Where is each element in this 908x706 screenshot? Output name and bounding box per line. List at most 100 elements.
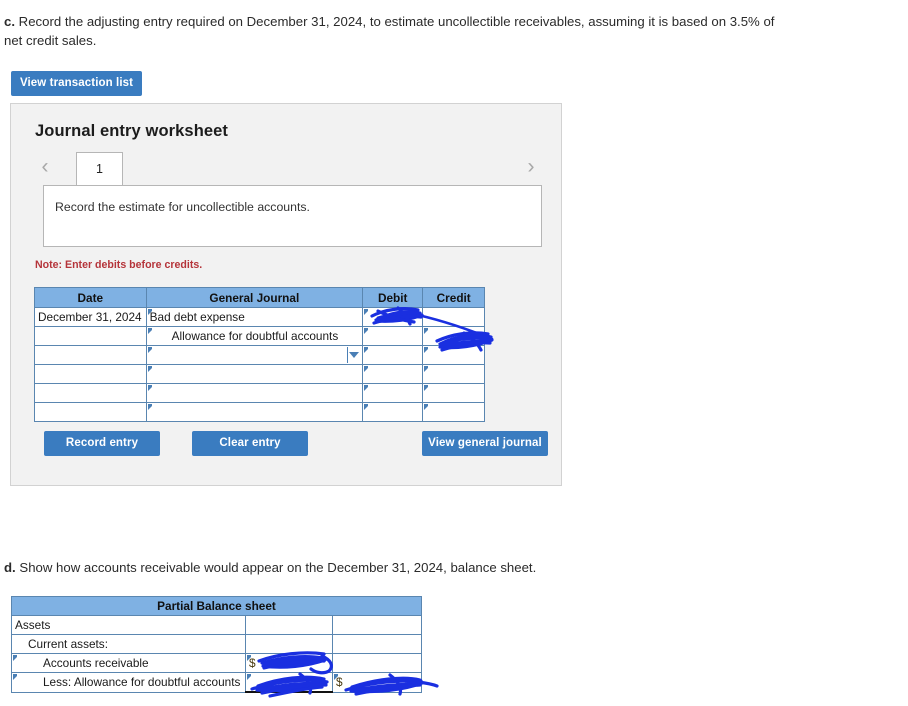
journal-debit-cell-3[interactable] — [361, 345, 424, 365]
table-row — [34, 383, 485, 403]
balance-sheet-header-row: Partial Balance sheet — [11, 596, 422, 616]
balance-row-col2-assets — [332, 615, 422, 635]
question-d-prompt: d. Show how accounts receivable would ap… — [4, 560, 536, 575]
journal-entry-worksheet-panel: Journal entry worksheet ‹ 1 › Record the… — [10, 103, 562, 486]
table-row — [34, 364, 485, 384]
cell-marker-icon — [247, 655, 251, 661]
journal-account-cell-5[interactable] — [145, 383, 364, 403]
cell-marker-icon — [147, 385, 152, 391]
journal-account-cell-6[interactable] — [145, 402, 364, 422]
balance-row-label-allowance[interactable]: Less: Allowance for doubtful accounts — [11, 672, 246, 693]
cell-marker-icon — [147, 347, 152, 353]
worksheet-instruction-text: Record the estimate for uncollectible ac… — [55, 200, 310, 214]
journal-credit-cell-2[interactable] — [422, 326, 485, 346]
debits-before-credits-note: Note: Enter debits before credits. — [35, 259, 203, 271]
cell-marker-icon — [364, 328, 368, 334]
record-entry-button[interactable]: Record entry — [44, 431, 160, 456]
view-general-journal-button[interactable]: View general journal — [422, 431, 548, 456]
accounts-receivable-amount-cell[interactable]: $ — [245, 653, 333, 673]
cell-marker-icon — [247, 674, 251, 680]
journal-credit-cell-3[interactable] — [422, 345, 485, 365]
table-row: Current assets: — [11, 634, 422, 654]
balance-row-col1-assets — [245, 615, 333, 635]
question-d-label: d. — [4, 560, 16, 575]
cell-marker-icon — [147, 309, 152, 315]
question-c-label: c. — [4, 14, 15, 29]
cell-marker-icon — [13, 674, 17, 680]
journal-debit-cell-1[interactable] — [361, 307, 424, 327]
worksheet-tab-1[interactable]: 1 — [76, 152, 123, 185]
balance-row-label-assets: Assets — [11, 615, 246, 635]
table-row: Less: Allowance for doubtful accounts $ — [11, 672, 422, 693]
cell-marker-icon — [13, 655, 17, 661]
balance-row-label-current-assets: Current assets: — [11, 634, 246, 654]
cell-marker-icon — [364, 366, 368, 372]
journal-date-cell-2[interactable] — [34, 326, 147, 346]
journal-account-text-1: Bad debt expense — [149, 310, 245, 324]
view-transaction-list-button[interactable]: View transaction list — [11, 71, 142, 96]
net-accounts-receivable-cell[interactable]: $ — [332, 672, 422, 693]
journal-date-cell-4[interactable] — [34, 364, 147, 384]
column-header-debit: Debit — [361, 287, 424, 308]
cell-marker-icon — [424, 404, 429, 410]
dropdown-divider — [347, 347, 348, 363]
journal-debit-cell-6[interactable] — [361, 402, 424, 422]
table-row: Assets — [11, 615, 422, 635]
table-row — [34, 345, 485, 365]
journal-date-cell-5[interactable] — [34, 383, 147, 403]
question-c-prompt: c. Record the adjusting entry required o… — [4, 12, 794, 50]
journal-debit-cell-2[interactable] — [361, 326, 424, 346]
prev-entry-arrow-icon[interactable]: ‹ — [34, 152, 56, 184]
journal-debit-cell-4[interactable] — [361, 364, 424, 384]
cell-marker-icon — [364, 309, 368, 315]
journal-account-cell-4[interactable] — [145, 364, 364, 384]
cell-marker-icon — [147, 328, 152, 334]
column-header-general-journal: General Journal — [145, 287, 364, 308]
question-d-text: Show how accounts receivable would appea… — [19, 560, 537, 575]
partial-balance-sheet-wrapper: Partial Balance sheet Assets Current ass… — [11, 596, 422, 693]
journal-account-cell-2[interactable]: Allowance for doubtful accounts — [145, 326, 364, 346]
cell-marker-icon — [334, 674, 338, 680]
journal-account-cell-1[interactable]: Bad debt expense — [145, 307, 364, 327]
cell-marker-icon — [424, 347, 429, 353]
journal-table-wrapper: Date General Journal Debit Credit Decemb… — [34, 287, 485, 422]
table-row: Allowance for doubtful accounts — [34, 326, 485, 346]
worksheet-tabstrip: ‹ 1 › — [34, 152, 542, 186]
cell-marker-icon — [364, 385, 368, 391]
allowance-amount-cell[interactable] — [245, 672, 333, 693]
cell-marker-icon — [424, 366, 429, 372]
journal-credit-cell-6[interactable] — [422, 402, 485, 422]
chevron-down-icon[interactable] — [349, 352, 359, 358]
next-entry-arrow-icon[interactable]: › — [520, 152, 542, 184]
journal-account-select-3[interactable] — [145, 345, 364, 365]
worksheet-title: Journal entry worksheet — [35, 122, 229, 140]
journal-account-text-2: Allowance for doubtful accounts — [171, 329, 339, 343]
table-row: Accounts receivable $ — [11, 653, 422, 673]
journal-date-cell-1[interactable]: December 31, 2024 — [34, 307, 147, 327]
journal-entry-table: Date General Journal Debit Credit Decemb… — [34, 287, 485, 422]
journal-table-header-row: Date General Journal Debit Credit — [34, 287, 485, 308]
cell-marker-icon — [424, 385, 429, 391]
worksheet-instruction-box: Record the estimate for uncollectible ac… — [43, 185, 542, 247]
journal-credit-cell-4[interactable] — [422, 364, 485, 384]
cell-marker-icon — [147, 366, 152, 372]
question-c-text: Record the adjusting entry required on D… — [4, 14, 775, 48]
table-row — [34, 402, 485, 422]
balance-row-label-accounts-receivable[interactable]: Accounts receivable — [11, 653, 246, 673]
column-header-credit: Credit — [422, 287, 485, 308]
cell-marker-icon — [364, 404, 368, 410]
journal-date-cell-6[interactable] — [34, 402, 147, 422]
cell-marker-icon — [147, 404, 152, 410]
journal-debit-cell-5[interactable] — [361, 383, 424, 403]
balance-row-col2-accounts-receivable — [332, 653, 422, 673]
table-row: December 31, 2024 Bad debt expense — [34, 307, 485, 327]
partial-balance-sheet-table: Partial Balance sheet Assets Current ass… — [11, 596, 422, 693]
cell-marker-icon — [424, 328, 429, 334]
balance-sheet-title: Partial Balance sheet — [11, 596, 422, 616]
balance-row-col2-current-assets — [332, 634, 422, 654]
journal-credit-cell-1[interactable] — [422, 307, 485, 327]
balance-row-col1-current-assets — [245, 634, 333, 654]
journal-credit-cell-5[interactable] — [422, 383, 485, 403]
journal-date-cell-3[interactable] — [34, 345, 147, 365]
clear-entry-button[interactable]: Clear entry — [192, 431, 308, 456]
